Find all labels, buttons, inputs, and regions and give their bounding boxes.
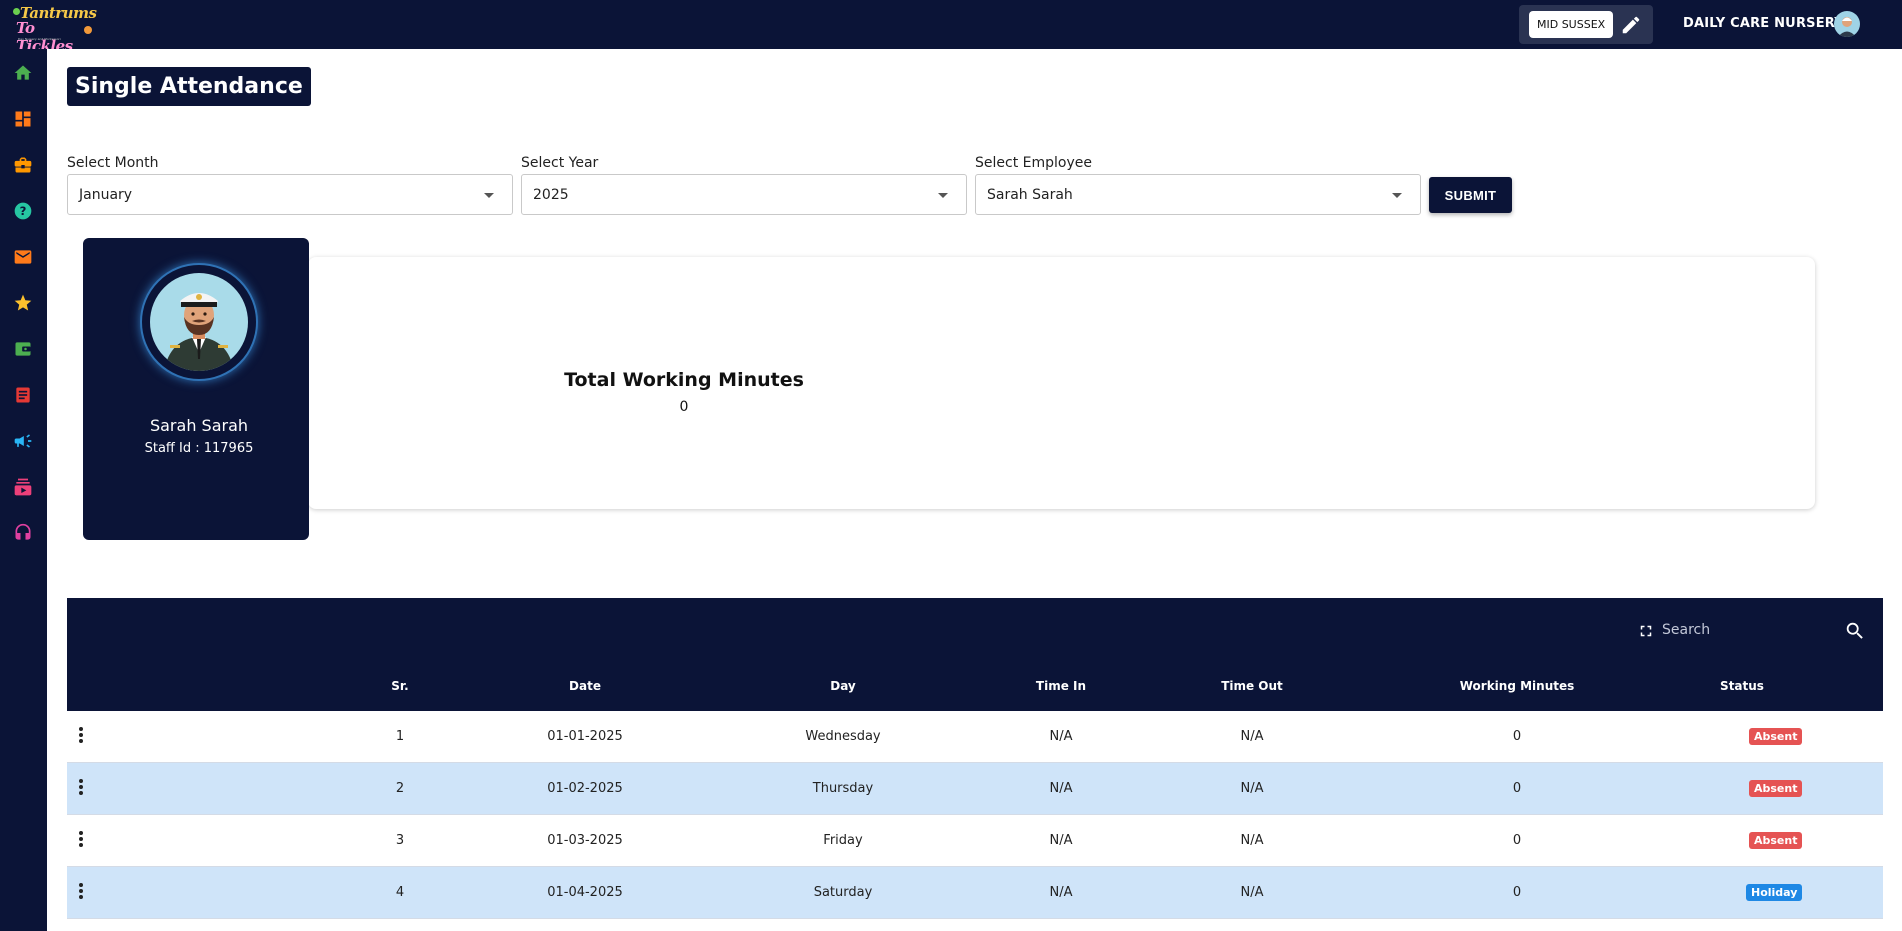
cell-time-out: N/A — [1240, 729, 1264, 744]
col-working-minutes[interactable]: Working Minutes — [1447, 679, 1587, 693]
cell-sr: 4 — [395, 885, 405, 900]
more-options-icon[interactable] — [79, 727, 85, 745]
cell-sr: 1 — [395, 729, 405, 744]
profile-card: Sarah Sarah Staff Id : 117965 — [83, 238, 309, 540]
col-sr[interactable]: Sr. — [380, 679, 420, 693]
submit-button[interactable]: SUBMIT — [1429, 177, 1512, 213]
more-options-icon[interactable] — [79, 831, 85, 849]
total-minutes-value: 0 — [679, 399, 689, 415]
staff-id: Staff Id : 117965 — [144, 441, 254, 456]
col-date[interactable]: Date — [555, 679, 615, 693]
cell-date: 01-02-2025 — [547, 781, 623, 796]
employee-value: Sarah Sarah — [987, 187, 1073, 203]
status-badge: Absent — [1749, 832, 1803, 849]
cell-date: 01-01-2025 — [547, 729, 623, 744]
cell-time-in: N/A — [1049, 885, 1073, 900]
subscriptions-icon[interactable] — [13, 477, 33, 497]
status-badge: Absent — [1749, 780, 1803, 797]
table-row: 4 01-04-2025 Saturday N/A N/A 0 Holiday — [67, 867, 1883, 919]
star-icon[interactable] — [13, 293, 33, 313]
cell-minutes: 0 — [1512, 885, 1522, 900]
region-selector: MID SUSSEX — [1519, 5, 1653, 44]
fullscreen-icon[interactable] — [1637, 622, 1655, 640]
cell-date: 01-04-2025 — [547, 885, 623, 900]
status-badge: Holiday — [1746, 884, 1803, 901]
cell-date: 01-03-2025 — [547, 833, 623, 848]
help-icon[interactable]: ? — [13, 201, 33, 221]
total-minutes-label: Total Working Minutes — [564, 369, 804, 391]
captain-avatar-icon — [164, 293, 234, 371]
col-status[interactable]: Status — [1712, 679, 1772, 693]
cell-time-in: N/A — [1049, 781, 1073, 796]
avatar-icon — [1838, 17, 1856, 37]
month-select[interactable]: January — [67, 174, 513, 215]
attendance-table: Search Sr. Date Day Time In Time Out Wor… — [67, 598, 1883, 931]
home-icon[interactable] — [13, 63, 33, 83]
employee-label: Select Employee — [975, 155, 1092, 171]
svg-text:?: ? — [20, 204, 27, 218]
wallet-icon[interactable] — [13, 339, 33, 359]
cell-time-out: N/A — [1240, 833, 1264, 848]
stats-card: Total Working Minutes 0 — [308, 257, 1815, 509]
col-day[interactable]: Day — [813, 679, 873, 693]
employee-select[interactable]: Sarah Sarah — [975, 174, 1421, 215]
region-chip[interactable]: MID SUSSEX — [1529, 11, 1614, 38]
year-value: 2025 — [533, 187, 569, 203]
sidebar: ? — [0, 49, 47, 931]
more-options-icon[interactable] — [79, 883, 85, 901]
table-row: 1 01-01-2025 Wednesday N/A N/A 0 Absent — [67, 711, 1883, 763]
cell-day: Thursday — [812, 781, 874, 796]
top-bar: Tantrums To Tickles Day Nursery and Mont… — [0, 0, 1902, 55]
logo-tagline: Day Nursery and Montessori — [18, 37, 61, 41]
table-row: 3 01-03-2025 Friday N/A N/A 0 Absent — [67, 815, 1883, 867]
cell-time-out: N/A — [1240, 885, 1264, 900]
profile-avatar — [140, 263, 258, 381]
headset-icon[interactable] — [13, 523, 33, 543]
year-label: Select Year — [521, 155, 599, 171]
profile-name: Sarah Sarah — [149, 416, 249, 435]
nursery-name: DAILY CARE NURSERY — [1683, 16, 1844, 31]
cell-day: Friday — [823, 833, 863, 848]
brand-logo[interactable]: Tantrums To Tickles Day Nursery and Mont… — [12, 4, 97, 55]
page-title: Single Attendance — [67, 67, 311, 106]
more-options-icon[interactable] — [79, 779, 85, 797]
mail-icon[interactable] — [13, 247, 33, 267]
chevron-down-icon — [938, 193, 948, 198]
cell-time-in: N/A — [1049, 729, 1073, 744]
cell-minutes: 0 — [1512, 833, 1522, 848]
user-avatar[interactable] — [1834, 11, 1860, 37]
dashboard-icon[interactable] — [13, 109, 33, 129]
cell-time-in: N/A — [1049, 833, 1073, 848]
report-icon[interactable] — [13, 385, 33, 405]
table-row — [67, 919, 1883, 931]
briefcase-icon[interactable] — [13, 155, 33, 175]
chevron-down-icon — [484, 193, 494, 198]
col-time-out[interactable]: Time Out — [1217, 679, 1287, 693]
logo-decoration — [13, 8, 20, 15]
chevron-down-icon — [1392, 193, 1402, 198]
month-label: Select Month — [67, 155, 159, 171]
cell-day: Saturday — [813, 885, 873, 900]
edit-icon[interactable] — [1620, 14, 1642, 36]
cell-day: Wednesday — [805, 729, 881, 744]
month-value: January — [79, 187, 133, 203]
cell-time-out: N/A — [1240, 781, 1264, 796]
status-badge: Absent — [1749, 728, 1803, 745]
megaphone-icon[interactable] — [13, 431, 33, 451]
table-header: Search Sr. Date Day Time In Time Out Wor… — [67, 598, 1883, 711]
logo-decoration — [84, 26, 92, 34]
search-input[interactable]: Search — [1662, 622, 1710, 638]
table-row: 2 01-02-2025 Thursday N/A N/A 0 Absent — [67, 763, 1883, 815]
cell-sr: 2 — [395, 781, 405, 796]
search-icon[interactable] — [1844, 620, 1866, 642]
year-select[interactable]: 2025 — [521, 174, 967, 215]
cell-sr: 3 — [395, 833, 405, 848]
cell-minutes: 0 — [1512, 729, 1522, 744]
cell-minutes: 0 — [1512, 781, 1522, 796]
col-time-in[interactable]: Time In — [1031, 679, 1091, 693]
